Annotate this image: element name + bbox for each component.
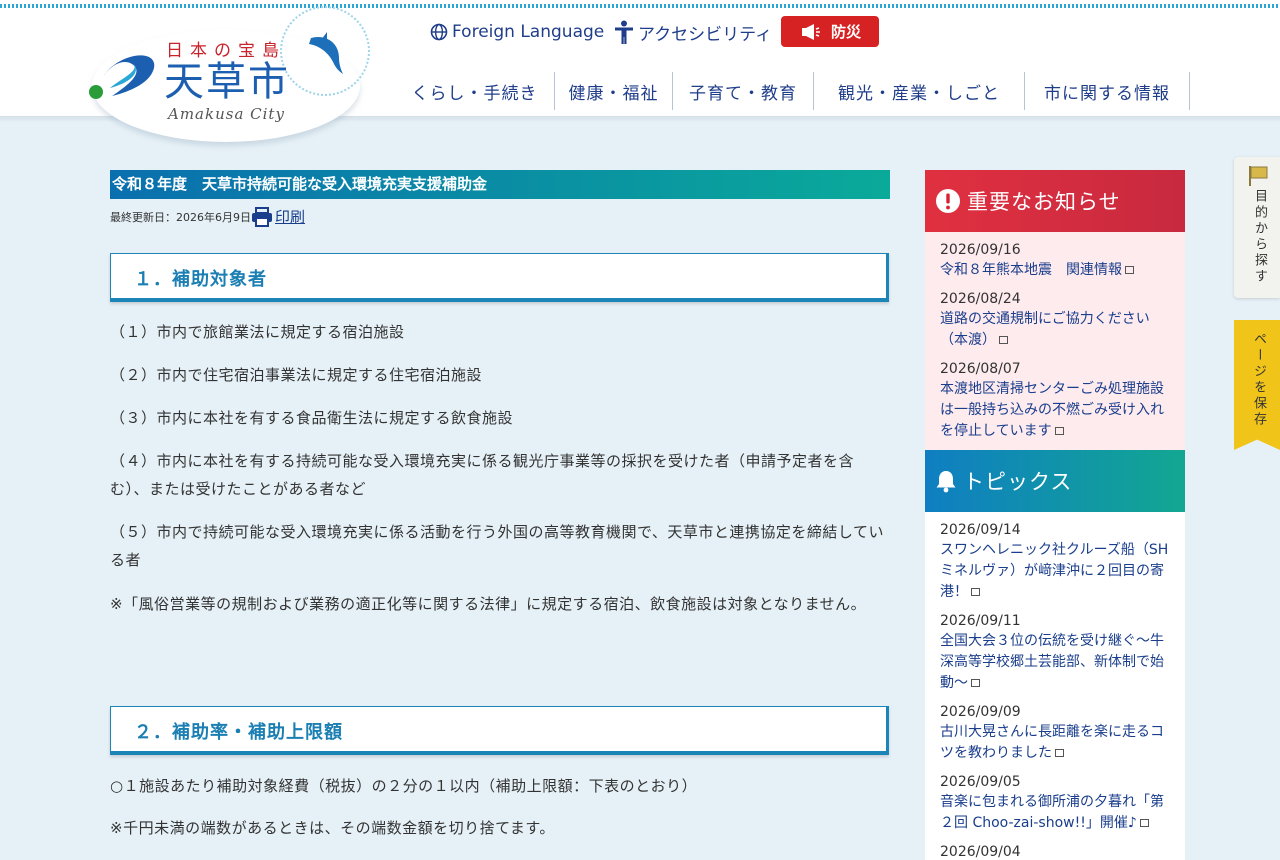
topics-list: 2026/09/14 スワンヘレニック社クルーズ船（SHミネルヴァ）が﨑津沖に２… xyxy=(925,512,1185,860)
search-by-purpose-label: 目的から探す xyxy=(1252,189,1267,285)
external-link-icon xyxy=(1055,749,1064,757)
news-link-text: 古川大晃さんに長距離を楽に走るコツを教わりました xyxy=(940,724,1164,761)
dolphin-icon xyxy=(309,32,343,74)
news-link-text: 令和８年熊本地震 関連情報 xyxy=(940,262,1122,278)
news-item: 2026/09/04 xyxy=(940,842,1175,860)
news-link[interactable]: 本渡地区清掃センターごみ処理施設は一般持ち込みの不燃ごみ受け入れを停止しています xyxy=(940,379,1175,442)
nav-item-tourism[interactable]: 観光・産業・しごと xyxy=(814,72,1025,110)
megaphone-icon xyxy=(801,23,820,40)
news-date: 2026/09/11 xyxy=(940,613,1021,629)
external-link-icon xyxy=(1125,266,1134,274)
accessibility-link[interactable]: アクセシビリティ xyxy=(614,20,773,45)
section-heading-eligibility: １．補助対象者 xyxy=(110,253,889,302)
print-link[interactable]: 印刷 xyxy=(251,206,305,227)
section-heading-text: １．補助対象者 xyxy=(134,269,267,290)
news-item: 2026/08/07 本渡地区清掃センターごみ処理施設は一般持ち込みの不燃ごみ受… xyxy=(940,359,1175,442)
section-heading-text: ２．補助率・補助上限額 xyxy=(134,722,343,743)
rounding-note: ※千円未満の端数があるときは、その端数金額を切り捨てます。 xyxy=(110,819,555,837)
news-link[interactable]: 古川大晃さんに長距離を楽に走るコツを教わりました xyxy=(940,722,1175,764)
news-item: 2026/09/14 スワンヘレニック社クルーズ船（SHミネルヴァ）が﨑津沖に２… xyxy=(940,520,1175,603)
accessibility-person-icon xyxy=(615,20,633,44)
news-date: 2026/09/05 xyxy=(940,774,1021,790)
eligibility-item: （２）市内で住宅宿泊事業法に規定する住宅宿泊施設 xyxy=(110,366,483,384)
news-item: 2026/09/11 全国大会３位の伝統を受け継ぐ〜牛深高等学校郷土芸能部、新体… xyxy=(940,611,1175,694)
news-date: 2026/09/09 xyxy=(940,704,1021,720)
globe-icon xyxy=(430,23,448,41)
exclamation-circle-icon xyxy=(936,189,960,213)
section-heading-subsidy-rate: ２．補助率・補助上限額 xyxy=(110,706,889,755)
logo-city-name-en: Amakusa City xyxy=(168,105,285,123)
bell-icon xyxy=(936,471,956,493)
important-notices-list: 2026/09/16 令和８年熊本地震 関連情報 2026/08/24 道路の交… xyxy=(925,232,1185,456)
print-label: 印刷 xyxy=(275,208,306,226)
news-date: 2026/09/04 xyxy=(940,844,1021,860)
eligibility-item: （５）市内で持続可能な受入環境充実に係る活動を行う外国の高等教育機関で、天草市と… xyxy=(110,523,884,569)
news-item: 2026/08/24 道路の交通規制にご協力ください（本渡） xyxy=(940,289,1175,351)
external-link-icon xyxy=(1139,819,1149,827)
news-date: 2026/08/24 xyxy=(940,291,1021,307)
nav-item-living[interactable]: くらし・手続き xyxy=(395,72,555,110)
nav-item-childcare[interactable]: 子育て・教育 xyxy=(673,72,814,110)
foreign-language-link[interactable]: Foreign Language xyxy=(430,20,604,44)
news-date: 2026/09/14 xyxy=(940,522,1021,538)
news-link-text: 本渡地区清掃センターごみ処理施設は一般持ち込みの不燃ごみ受け入れを停止しています xyxy=(940,381,1164,439)
external-link-icon xyxy=(999,336,1008,344)
flag-icon xyxy=(1249,166,1268,186)
news-item: 2026/09/09 古川大晃さんに長距離を楽に走るコツを教わりました xyxy=(940,702,1175,764)
eligibility-item: （３）市内に本社を有する食品衛生法に規定する飲食施設 xyxy=(110,409,514,427)
important-notices: 重要なお知らせ 2026/09/16 令和８年熊本地震 関連情報 2026/08… xyxy=(925,170,1185,456)
topics-header: トピックス xyxy=(925,450,1185,512)
topics-title: トピックス xyxy=(963,470,1073,494)
logo-tagline: 日本の宝島 xyxy=(166,41,286,61)
news-link[interactable]: スワンヘレニック社クルーズ船（SHミネルヴァ）が﨑津沖に２回目の寄港！ xyxy=(940,540,1175,603)
disaster-button[interactable]: 防災 xyxy=(781,16,879,47)
nav-item-health[interactable]: 健康・福祉 xyxy=(555,72,673,110)
news-link[interactable]: 全国大会３位の伝統を受け継ぐ〜牛深高等学校郷土芸能部、新体制で始動〜 xyxy=(940,631,1175,694)
logo-city-name[interactable]: 天草市 xyxy=(164,60,290,104)
search-by-purpose-tab[interactable]: 目的から探す xyxy=(1234,157,1280,298)
city-emblem-icon[interactable] xyxy=(88,48,160,104)
eligibility-item: （４）市内に本社を有する持続可能な受入環境充実に係る観光庁事業等の採択を受けた者… xyxy=(110,452,855,498)
news-item: 2026/09/16 令和８年熊本地震 関連情報 xyxy=(940,240,1175,281)
accessibility-label: アクセシビリティ xyxy=(638,24,773,45)
eligibility-note: ※「風俗営業等の規制および業務の適正化等に関する法律」に規定する宿泊、飲食施設は… xyxy=(110,595,867,613)
news-link-text: 音楽に包まれる御所浦の夕暮れ「第２回 Choo-zai-show!!」開催♪ xyxy=(940,794,1164,831)
news-link-text: 道路の交通規制にご協力ください（本渡） xyxy=(940,311,1150,348)
save-page-tab[interactable]: ページを保存 xyxy=(1234,320,1280,450)
foreign-language-label: Foreign Language xyxy=(452,22,605,42)
important-notices-title: 重要なお知らせ xyxy=(967,190,1121,214)
last-updated-text: 最終更新日：2026年6月9日 xyxy=(110,210,251,224)
nav-item-city-info[interactable]: 市に関する情報 xyxy=(1025,72,1190,110)
news-date: 2026/09/16 xyxy=(940,242,1021,258)
page-title: 令和８年度 天草市持続可能な受入環境充実支援補助金 xyxy=(110,170,890,199)
topics: トピックス 2026/09/14 スワンヘレニック社クルーズ船（SHミネルヴァ）… xyxy=(925,450,1185,860)
last-updated: 最終更新日：2026年6月9日 印刷 xyxy=(110,206,305,227)
news-link[interactable]: 道路の交通規制にご協力ください（本渡） xyxy=(940,309,1175,351)
global-nav: くらし・手続き 健康・福祉 子育て・教育 観光・産業・しごと 市に関する情報 xyxy=(395,72,1190,110)
disaster-label: 防災 xyxy=(830,23,861,41)
external-link-icon xyxy=(1054,427,1064,435)
news-date: 2026/08/07 xyxy=(940,361,1021,377)
news-link[interactable]: 音楽に包まれる御所浦の夕暮れ「第２回 Choo-zai-show!!」開催♪ xyxy=(940,792,1175,834)
news-link[interactable]: 令和８年熊本地震 関連情報 xyxy=(940,260,1175,281)
subsidy-rate-text: ○１施設あたり補助対象経費（税抜）の２分の１以内（補助上限額：下表のとおり） xyxy=(110,777,698,795)
external-link-icon xyxy=(971,588,980,596)
news-item: 2026/09/05 音楽に包まれる御所浦の夕暮れ「第２回 Choo-zai-s… xyxy=(940,772,1175,834)
external-link-icon xyxy=(971,679,980,687)
printer-icon xyxy=(252,206,272,227)
important-notices-header: 重要なお知らせ xyxy=(925,170,1185,232)
save-page-label: ページを保存 xyxy=(1251,332,1266,428)
eligibility-item: （１）市内で旅館業法に規定する宿泊施設 xyxy=(110,323,405,341)
